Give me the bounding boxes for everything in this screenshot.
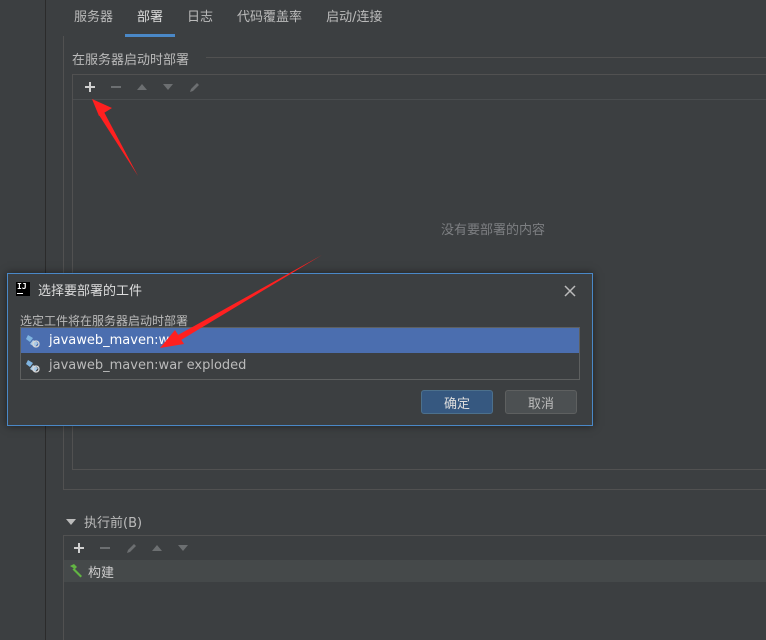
- remove-icon[interactable]: [103, 75, 129, 99]
- artifact-item-war[interactable]: javaweb_maven:war: [21, 328, 579, 353]
- select-artifact-dialog: IJ 选择要部署的工件 选定工件将在服务器启动时部署 javaweb_maven…: [7, 273, 593, 426]
- before-launch-header[interactable]: 执行前(B): [66, 512, 142, 531]
- edit-pencil-icon[interactable]: [118, 536, 144, 560]
- close-icon[interactable]: [564, 279, 576, 302]
- build-label: 构建: [88, 565, 115, 581]
- tab-code-coverage[interactable]: 代码覆盖率: [225, 0, 314, 34]
- move-up-icon[interactable]: [144, 536, 170, 560]
- before-launch-item-build[interactable]: 构建: [64, 560, 766, 582]
- intellij-logo-text: IJ: [17, 282, 27, 291]
- move-up-icon[interactable]: [129, 75, 155, 99]
- hammer-icon: [70, 564, 82, 578]
- add-icon[interactable]: [77, 75, 103, 99]
- artifact-item-label: javaweb_maven:war: [49, 333, 183, 348]
- tab-server[interactable]: 服务器: [62, 0, 125, 34]
- artifact-icon: [26, 359, 40, 373]
- edit-pencil-icon[interactable]: [181, 75, 207, 99]
- dialog-title-bar: IJ 选择要部署的工件: [8, 274, 592, 304]
- intellij-logo-icon: IJ: [16, 282, 30, 296]
- group-divider: [206, 57, 766, 58]
- artifact-list: javaweb_maven:war javaweb_maven:war expl…: [20, 327, 580, 380]
- tab-logs[interactable]: 日志: [175, 0, 225, 34]
- tab-deployment[interactable]: 部署: [125, 0, 176, 37]
- before-launch-panel: 构建: [63, 535, 766, 640]
- before-launch-title: 执行前(B): [84, 516, 143, 531]
- deploy-toolbar: [73, 75, 766, 100]
- artifact-icon: [26, 334, 40, 348]
- before-launch-toolbar: [64, 536, 766, 560]
- artifact-item-label: javaweb_maven:war exploded: [49, 358, 247, 373]
- config-tabs: 服务器 部署 日志 代码覆盖率 启动/连接: [62, 0, 394, 37]
- tab-startup-connection[interactable]: 启动/连接: [314, 0, 394, 34]
- dialog-title: 选择要部署的工件: [38, 283, 143, 299]
- deploy-group-title: 在服务器启动时部署: [72, 49, 198, 68]
- cancel-button[interactable]: 取消: [505, 390, 577, 414]
- artifact-item-war-exploded[interactable]: javaweb_maven:war exploded: [21, 353, 579, 378]
- group-frame-bottom: [63, 489, 766, 490]
- move-down-icon[interactable]: [155, 75, 181, 99]
- empty-deploy-message: 没有要部署的内容: [441, 223, 546, 238]
- ok-button[interactable]: 确定: [421, 390, 493, 414]
- move-down-icon[interactable]: [170, 536, 196, 560]
- add-icon[interactable]: [66, 536, 92, 560]
- collapse-triangle-icon[interactable]: [66, 518, 76, 525]
- remove-icon[interactable]: [92, 536, 118, 560]
